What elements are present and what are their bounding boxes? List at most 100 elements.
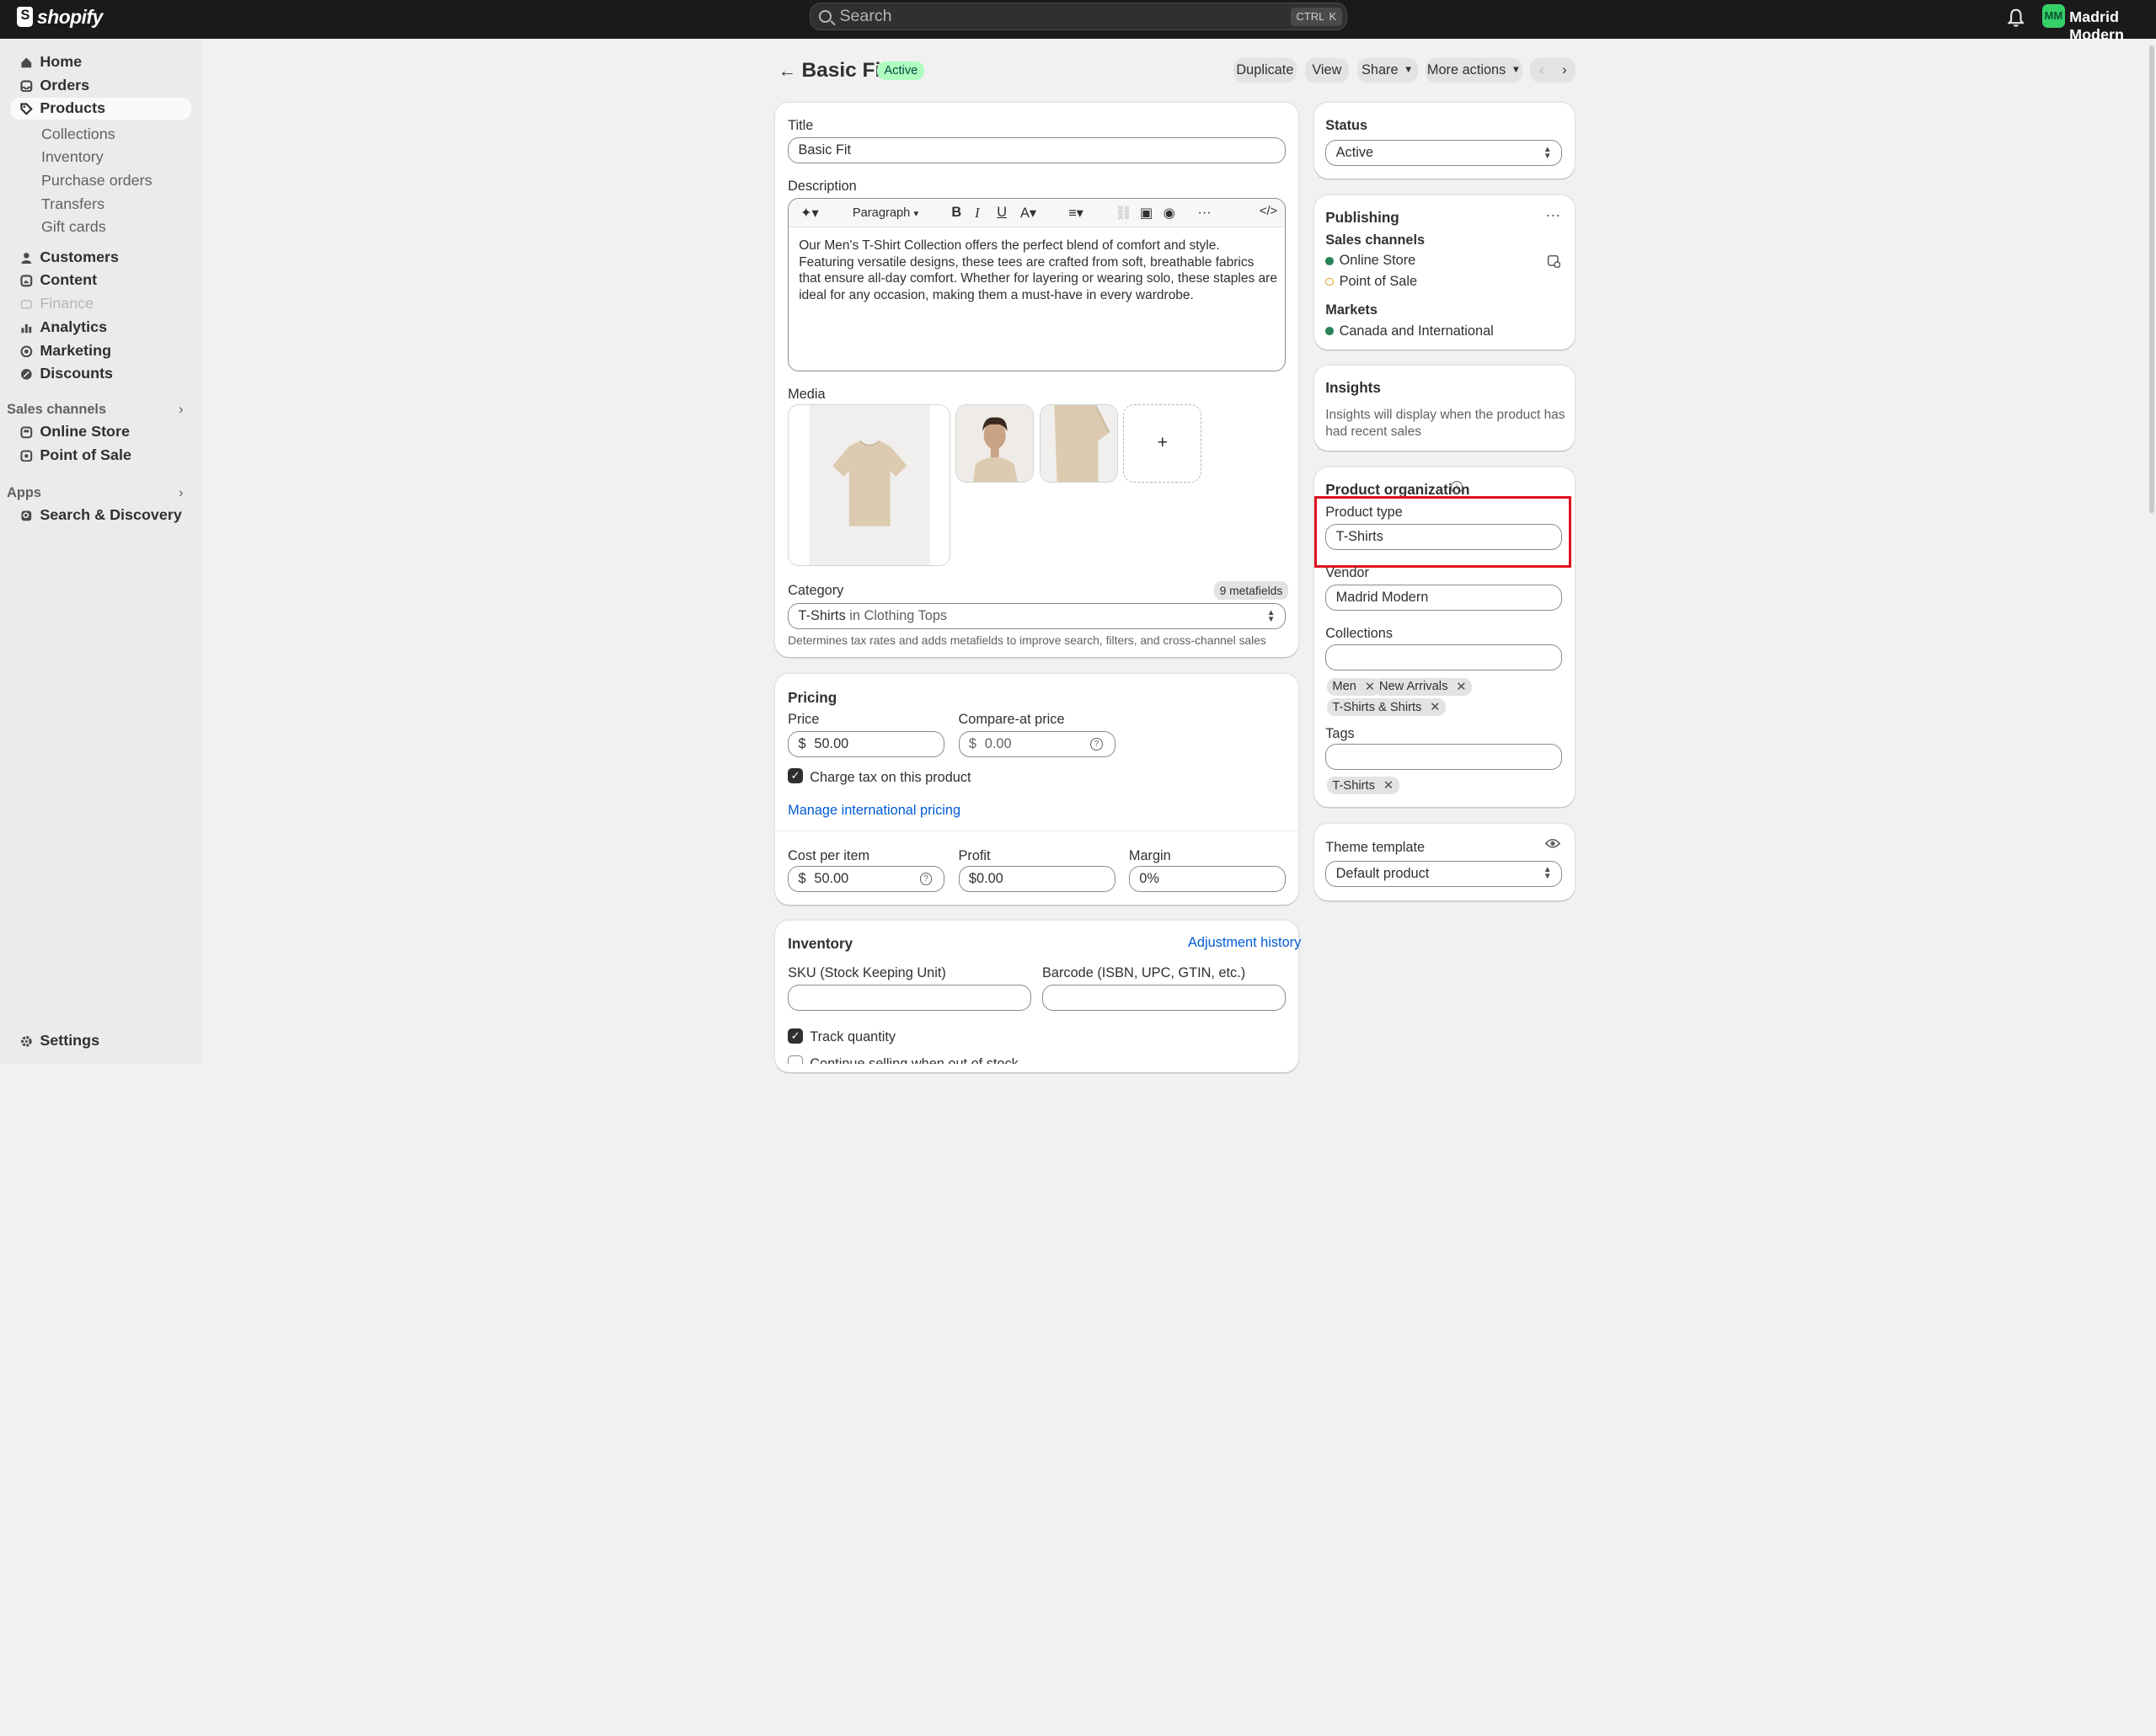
sidebar-item-search-discovery[interactable]: Search & Discovery (11, 505, 191, 526)
pricing-title: Pricing (788, 688, 837, 706)
sidebar-item-discounts[interactable]: Discounts (11, 363, 191, 385)
paragraph-format-select[interactable]: Paragraph ▾ (853, 206, 918, 220)
sidebar-sub-transfers[interactable]: Transfers (41, 195, 104, 213)
view-button[interactable]: View (1304, 57, 1349, 83)
adjustment-history-link[interactable]: Adjustment history (1188, 935, 1301, 951)
video-icon[interactable]: ◉ (1164, 205, 1175, 222)
collections-input[interactable] (1325, 644, 1562, 671)
discount-icon (21, 369, 33, 381)
code-view-icon[interactable]: </> (1260, 205, 1277, 218)
title-label: Title (788, 118, 814, 134)
next-product-icon[interactable]: › (1562, 62, 1566, 78)
sidebar-sub-inventory[interactable]: Inventory (41, 148, 104, 166)
content-icon (20, 275, 33, 287)
italic-icon[interactable]: I (975, 205, 979, 222)
chevron-right-icon[interactable]: › (179, 402, 183, 418)
sidebar-sub-collections[interactable]: Collections (41, 126, 115, 143)
select-arrows-icon: ▲ ▼ (1266, 607, 1276, 625)
help-icon[interactable]: ? (1090, 738, 1103, 751)
page-scrollbar[interactable] (2148, 38, 2156, 1065)
sidebar-item-online-store[interactable]: Online Store (11, 420, 191, 442)
duplicate-button[interactable]: Duplicate (1233, 57, 1297, 83)
sidebar-sub-purchase-orders[interactable]: Purchase orders (41, 172, 152, 190)
sidebar-item-products[interactable]: Products (11, 97, 191, 120)
product-type-input[interactable]: T-Shirts (1325, 523, 1562, 550)
search-bar[interactable]: Search CTRL K (810, 3, 1348, 30)
sidebar-item-label: Discounts (40, 365, 114, 382)
status-select[interactable]: Active ▲ ▼ (1325, 140, 1562, 167)
point-of-sale-channel: Point of Sale (1339, 273, 1418, 289)
avatar[interactable]: MM (2041, 3, 2066, 28)
notification-bell-icon[interactable] (2007, 8, 2025, 28)
continue-selling-label: Continue selling when out of stock (810, 1055, 1019, 1065)
shopify-bag-icon (16, 6, 34, 28)
track-quantity-checkbox[interactable]: ✓ (788, 1028, 804, 1044)
inbox-icon (20, 79, 33, 92)
collection-tag: New Arrivals ✕ (1373, 677, 1472, 696)
sidebar-item-content[interactable]: Content (11, 270, 191, 291)
sidebar-item-home[interactable]: Home (11, 51, 191, 72)
sidebar-item-orders[interactable]: Orders (11, 74, 191, 96)
remove-tag-icon[interactable]: ✕ (1456, 680, 1466, 694)
media-main-image[interactable] (788, 403, 950, 567)
model-photo-image (956, 404, 1034, 482)
collection-tag-label: New Arrivals (1378, 680, 1448, 694)
sidebar-item-point-of-sale[interactable]: Point of Sale (11, 444, 191, 466)
sidebar-item-analytics[interactable]: Analytics (11, 316, 191, 338)
theme-template-select[interactable]: Default product ▲ ▼ (1325, 860, 1562, 887)
target-icon (20, 345, 33, 357)
remove-tag-icon[interactable]: ✕ (1383, 778, 1394, 793)
search-app-icon (21, 510, 32, 521)
sidebar-item-customers[interactable]: Customers (11, 246, 191, 268)
ai-magic-icon[interactable]: ✦▾ (800, 205, 819, 222)
more-formatting-icon[interactable]: ··· (1197, 205, 1211, 221)
manage-channels-icon[interactable] (1547, 254, 1561, 269)
add-media-button[interactable]: + (1123, 403, 1202, 483)
store-name[interactable]: Madrid Modern (2069, 8, 2156, 44)
barcode-input[interactable] (1042, 984, 1286, 1011)
bar-chart-icon (21, 323, 32, 334)
more-options-icon[interactable]: ··· (1545, 206, 1560, 224)
image-icon[interactable]: ▣ (1140, 205, 1153, 222)
price-value: 50.00 (814, 736, 849, 752)
link-icon[interactable]: ⛓ (1115, 205, 1133, 222)
scrollbar-thumb[interactable] (2148, 45, 2155, 513)
cost-value: 50.00 (814, 871, 849, 887)
sidebar-item-label: Marketing (40, 341, 112, 359)
continue-selling-checkbox[interactable] (788, 1055, 804, 1065)
pos-icon (20, 450, 33, 462)
bold-icon[interactable]: B (951, 205, 961, 221)
title-input[interactable]: Basic Fit (788, 137, 1286, 164)
underline-icon[interactable]: U (997, 205, 1007, 221)
previous-product-icon[interactable]: ‹ (1539, 62, 1543, 78)
sku-input[interactable] (788, 984, 1031, 1011)
eye-icon[interactable] (1545, 837, 1561, 850)
sidebar-item-marketing[interactable]: Marketing (11, 339, 191, 361)
collections-label: Collections (1325, 625, 1394, 641)
more-actions-button[interactable]: More actions ▼ (1426, 57, 1522, 83)
charge-tax-checkbox[interactable]: ✓ (788, 768, 804, 784)
text-color-icon[interactable]: A▾ (1020, 205, 1036, 222)
metafields-badge[interactable]: 9 metafields (1214, 581, 1288, 600)
sidebar-sub-gift-cards[interactable]: Gift cards (41, 218, 106, 236)
collection-tag-label: Men (1332, 680, 1356, 694)
media-thumbnail-model[interactable] (955, 403, 1035, 483)
chevron-right-icon[interactable]: › (179, 485, 183, 501)
remove-tag-icon[interactable]: ✕ (1430, 700, 1440, 714)
share-button[interactable]: Share ▼ (1356, 57, 1418, 83)
price-input[interactable]: $50.00 (788, 731, 945, 758)
back-arrow-icon[interactable]: ← (778, 61, 796, 82)
sidebar-item-settings[interactable]: Settings (11, 1029, 191, 1051)
vendor-input[interactable]: Madrid Modern (1325, 584, 1562, 611)
manage-international-pricing-link[interactable]: Manage international pricing (788, 803, 960, 819)
category-select[interactable]: T-Shirts in Clothing Tops ▲ ▼ (788, 603, 1286, 630)
sales-channels-heading[interactable]: Sales channels (7, 402, 106, 418)
sidebar-item-finance[interactable]: Finance (11, 293, 191, 315)
media-thumbnail-detail[interactable] (1039, 403, 1118, 483)
tags-input[interactable] (1325, 743, 1562, 770)
currency-symbol: $ (968, 736, 976, 752)
shopify-logo[interactable]: shopify (16, 6, 103, 29)
vendor-label: Vendor (1325, 564, 1369, 580)
align-icon[interactable]: ≡▾ (1068, 205, 1083, 222)
apps-heading[interactable]: Apps (7, 485, 41, 501)
